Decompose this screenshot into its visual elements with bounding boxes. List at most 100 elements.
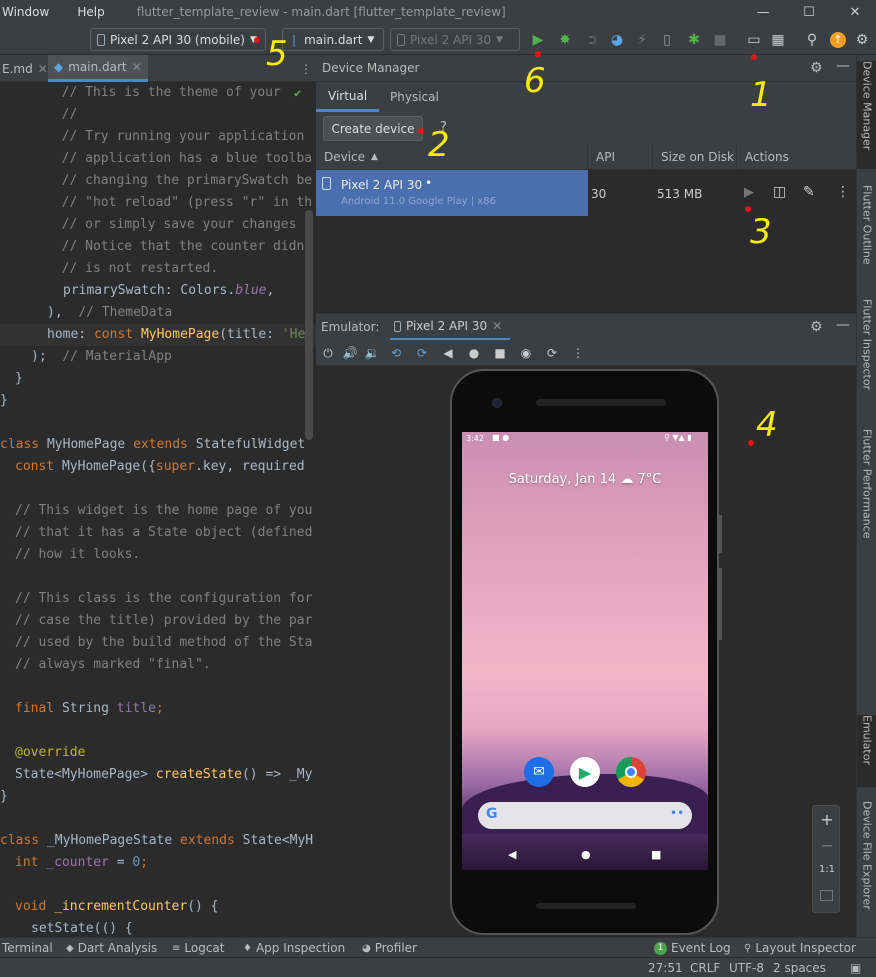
code-line: } [15,371,23,386]
create-device-button[interactable]: Create device [323,116,423,141]
attach-debugger-icon[interactable]: ➲ [582,30,602,50]
column-actions[interactable]: Actions [737,144,856,170]
overview-icon[interactable]: ■ [490,343,510,363]
settings-icon[interactable]: ⚙ [852,30,872,50]
code-editor[interactable]: // This is the theme of your // // Try r… [0,82,316,937]
maximize-icon[interactable]: ☐ [786,0,832,24]
tab-emulator-device[interactable]: Pixel 2 API 30 ✕ [390,314,510,341]
chrome-icon[interactable] [616,757,646,787]
snapshot-icon[interactable]: ⟳ [542,343,562,363]
column-api[interactable]: API [588,144,653,170]
menu-help[interactable]: Help [77,5,104,19]
tab-physical[interactable]: Physical [378,82,451,112]
profile-icon[interactable]: ◕ [607,30,627,50]
layout-inspector-tab[interactable]: ⚲ Layout Inspector [744,938,856,958]
debug-icon[interactable]: ✸ [555,30,575,50]
tab-virtual[interactable]: Virtual [316,82,380,112]
rotate-left-icon[interactable]: ⟲ [386,343,406,363]
device-selector[interactable]: Pixel 2 API 30 (mobile) ▼ [90,28,266,51]
close-icon[interactable]: ✕ [38,62,48,76]
run-icon[interactable]: ▶ [528,30,548,50]
device-size: 513 MB [657,187,703,201]
flutter-attach-icon[interactable]: ✱ [684,30,704,50]
gear-icon[interactable]: ⚙ [810,60,823,76]
folder-icon[interactable]: ◫ [773,184,786,200]
sidebar-item-flutter-performance[interactable]: Flutter Performance [857,429,876,549]
sdk-manager-icon[interactable]: ▦ [768,30,788,50]
front-camera-icon [492,398,502,408]
stop-icon[interactable]: ■ [710,30,730,50]
minimize-icon[interactable]: — [740,0,786,24]
close-icon[interactable]: ✕ [832,0,876,24]
tab-readme[interactable]: E.md ✕ [0,55,54,82]
zoom-in-icon[interactable]: + [813,810,841,829]
hot-reload-icon[interactable]: ⚡ [632,30,652,50]
device-manager-icon[interactable]: ▭ [744,30,764,50]
hide-icon[interactable]: — [836,317,850,333]
zoom-fit-icon[interactable] [820,890,833,901]
sidebar-item-device-manager[interactable]: Device Manager [857,61,876,169]
dart-analysis-tab[interactable]: ◆ Dart Analysis [66,938,157,958]
lock-icon[interactable]: ▣ [850,958,861,977]
menu-window[interactable]: Window [2,5,49,19]
zoom-actual-size[interactable]: 1:1 [813,864,841,875]
device-api: 30 [591,187,607,201]
more-icon[interactable]: ⋮ [294,55,318,82]
rotate-right-icon[interactable]: ⟳ [412,343,432,363]
more-icon[interactable]: ⋮ [568,343,588,363]
app-inspection-tab[interactable]: ♦ App Inspection [243,938,345,958]
sidebar-item-flutter-inspector[interactable]: Flutter Inspector [857,299,876,405]
run-config-selector[interactable]: ❘ main.dart ▼ [282,28,384,51]
check-icon: ✔ [294,86,302,100]
launch-icon[interactable]: ▶ [744,185,754,200]
messages-icon[interactable]: ✉ [524,757,554,787]
assistant-icon[interactable]: •• [670,806,684,820]
hot-restart-icon[interactable]: ▯ [657,30,677,50]
event-log-tab[interactable]: 1 Event Log [654,938,731,958]
indent-setting[interactable]: 2 spaces [773,958,826,977]
search-icon[interactable]: ⚲ [802,30,822,50]
phone-screen[interactable]: 3:42 ■ ● ⚲ ▼▲ ▮ Saturday, Jan 14 ☁ 7°C ✉… [462,432,708,870]
caret-position[interactable]: 27:51 [648,958,683,977]
gear-icon[interactable]: ⚙ [810,319,823,335]
code-line: final String title; [15,701,164,716]
sort-up-icon: ▲ [371,152,378,162]
line-separator[interactable]: CRLF [690,958,720,977]
camera-icon[interactable]: ◉ [516,343,536,363]
edit-icon[interactable]: ✎ [803,184,815,200]
nav-back-icon[interactable]: ◀ [508,848,516,861]
nav-home-icon[interactable]: ● [581,848,591,861]
code-line: // how it looks. [15,547,141,562]
volume-button[interactable] [718,568,722,640]
phone-icon [97,33,105,46]
side-button[interactable] [718,515,722,553]
column-device[interactable]: Device ▲ [316,144,588,170]
device-selector-label: Pixel 2 API 30 (mobile) [110,32,245,47]
editor-scrollbar[interactable] [305,210,313,440]
volume-down-icon[interactable]: 🔉 [362,343,382,363]
close-icon[interactable]: ✕ [132,60,142,74]
hide-icon[interactable]: — [836,58,850,74]
sidebar-item-emulator[interactable]: Emulator [857,715,876,787]
nav-recents-icon[interactable]: ■ [651,848,661,861]
play-store-icon[interactable]: ▶ [570,757,600,787]
column-size[interactable]: Size on Disk [653,144,737,170]
terminal-tab[interactable]: Terminal [2,938,53,958]
logcat-tab[interactable]: ≡ Logcat [172,938,224,958]
volume-up-icon[interactable]: 🔊 [340,343,360,363]
more-icon[interactable]: ⋮ [836,184,850,200]
close-icon[interactable]: ✕ [492,319,502,333]
tab-main-dart[interactable]: ◆ main.dart ✕ [48,55,148,82]
zoom-out-icon[interactable]: − [813,836,841,855]
sidebar-item-device-file-explorer[interactable]: Device File Explorer [857,801,876,927]
profiler-tab[interactable]: ◕ Profiler [362,938,417,958]
sidebar-item-flutter-outline[interactable]: Flutter Outline [857,185,876,281]
back-icon[interactable]: ◀ [438,343,458,363]
google-search-bar[interactable]: G •• [478,802,692,829]
home-icon[interactable]: ● [464,343,484,363]
update-icon[interactable]: ↑ [828,30,848,50]
power-icon[interactable]: ⏻ [318,343,338,363]
file-encoding[interactable]: UTF-8 [729,958,764,977]
avd-selector[interactable]: Pixel 2 API 30 ▼ [390,28,520,51]
table-row[interactable]: Pixel 2 API 30 • Android 11.0 Google Pla… [316,170,588,216]
